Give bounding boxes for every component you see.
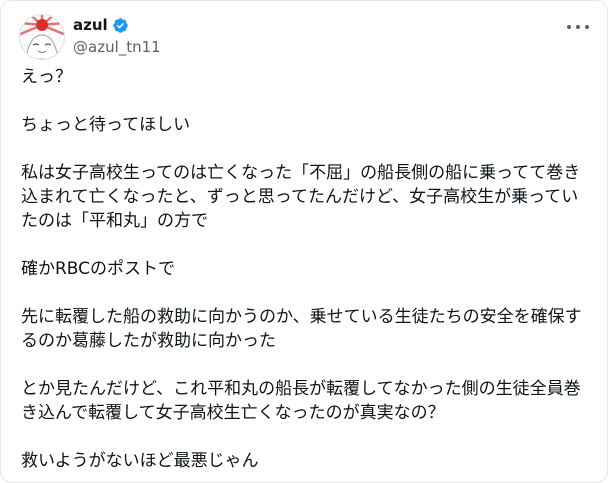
dot	[567, 25, 571, 29]
dot	[576, 25, 580, 29]
tweet-paragraph-3: 私は女子高校生ってのは亡くなった「不屈」の船長側の船に乗ってて巻き込まれて亡くな…	[21, 163, 581, 231]
tweet-paragraph-2: ちょっと待ってほしい	[21, 115, 191, 135]
user-handle[interactable]: @azul_tn11	[73, 38, 161, 56]
avatar[interactable]	[19, 14, 65, 60]
tweet-paragraph-7: 救いようがないほど最悪じゃん	[21, 451, 259, 471]
tweet-header: azul @azul_tn11	[19, 14, 589, 60]
tweet-paragraph-5: 先に転覆した船の救助に向かうのか、乗せている生徒たちの安全を確保するのか葛藤した…	[21, 307, 582, 351]
tweet-paragraph-1: えっ？	[21, 67, 72, 87]
tweet-paragraph-4: 確かRBCのポストで	[21, 259, 176, 279]
tweet-paragraph-6: とか見たんだけど、これ平和丸の船長が転覆してなかった側の生徒全員巻き込んで転覆し…	[21, 379, 581, 423]
display-name[interactable]: azul	[73, 16, 108, 34]
tweet-text: えっ？ ちょっと待ってほしい 私は女子高校生ってのは亡くなった「不屈」の船長側の…	[21, 65, 591, 473]
dot	[585, 25, 589, 29]
display-name-row: azul	[73, 15, 161, 35]
user-names: azul @azul_tn11	[73, 15, 161, 56]
avatar-image	[20, 15, 64, 59]
tweet-card: azul @azul_tn11 えっ？ ちょっと待ってほしい 私は女子高校生って…	[0, 0, 608, 483]
more-horizontal-icon[interactable]	[567, 20, 589, 34]
verified-badge-icon[interactable]	[112, 17, 129, 34]
